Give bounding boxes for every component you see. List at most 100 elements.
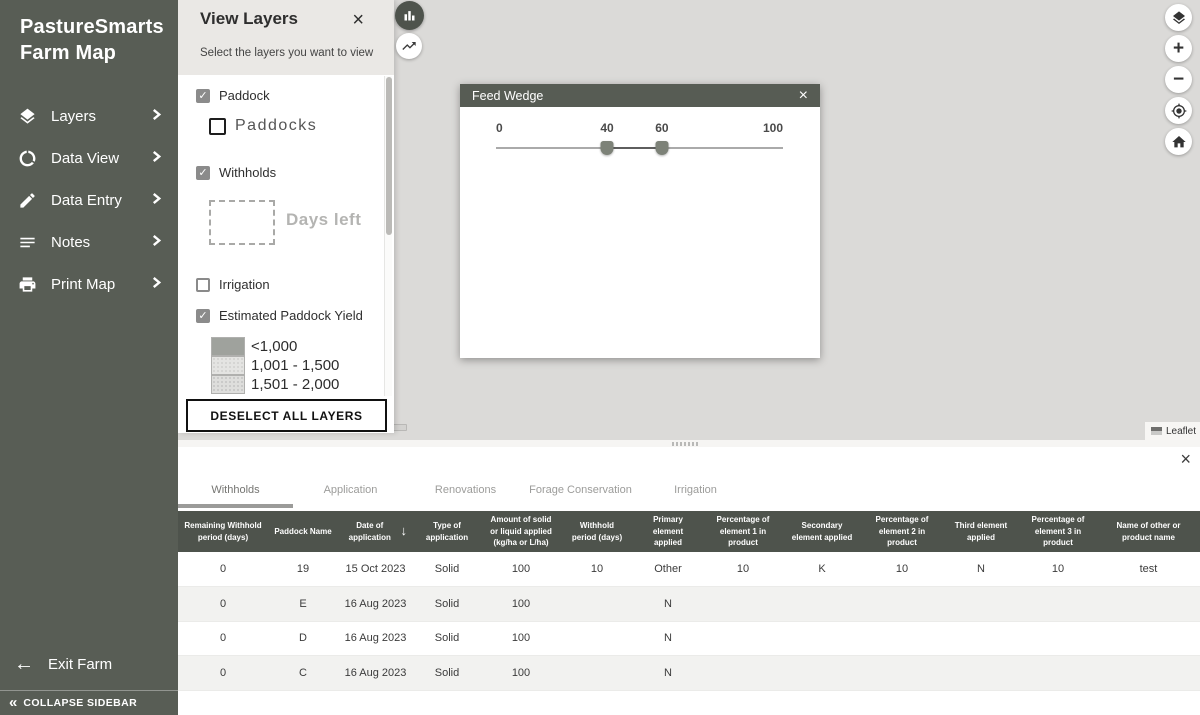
home-button[interactable] (1165, 128, 1192, 155)
sidebar-item-notes[interactable]: Notes (0, 221, 178, 263)
app-title: PastureSmarts Farm Map (0, 0, 178, 66)
sidebar-item-data-view[interactable]: Data View (0, 137, 178, 179)
exit-farm-button[interactable]: ← Exit Farm (0, 646, 178, 682)
app-root: Leaflet PastureSmarts Farm Map Layers Da… (0, 0, 1200, 715)
deselect-all-layers-button[interactable]: DESELECT ALL LAYERS (186, 399, 387, 432)
plus-icon: + (1173, 39, 1184, 58)
layer-row-paddocks-sub: Paddocks (209, 117, 317, 135)
cell (861, 587, 943, 622)
tab-forage-conservation[interactable]: Forage Conservation (523, 471, 638, 508)
cell (561, 656, 633, 691)
checkbox-estimated-yield[interactable]: ✓ (196, 309, 210, 323)
tab-withholds[interactable]: Withholds (178, 471, 293, 508)
yield-legend-row: 1,501 - 2,000 (211, 375, 339, 394)
close-icon[interactable]: × (799, 88, 808, 104)
tab-irrigation[interactable]: Irrigation (638, 471, 753, 508)
map-controls: + − (1165, 4, 1192, 159)
cell: 100 (481, 552, 561, 587)
checkbox-paddock[interactable]: ✓ (196, 89, 210, 103)
home-icon (1171, 134, 1187, 150)
cell: 10 (1019, 552, 1097, 587)
sort-descending-icon[interactable]: ↓ (401, 522, 408, 541)
leaflet-flag-icon (1151, 427, 1162, 435)
yield-swatch (211, 356, 245, 375)
yield-swatch (211, 337, 245, 356)
column-header: Percentage of element 1 in product (703, 511, 783, 552)
locate-button[interactable] (1165, 97, 1192, 124)
slider-handle-upper[interactable] (655, 141, 668, 155)
checkbox-paddocks[interactable] (209, 118, 226, 135)
cell (861, 621, 943, 656)
printer-icon (16, 273, 38, 295)
collapse-sidebar-button[interactable]: « COLLAPSE SIDEBAR (0, 690, 178, 715)
cell: Other (633, 552, 703, 587)
panel-title: View Layers (200, 9, 298, 29)
table-row: 0 D 16 Aug 2023 Solid 100 N (178, 621, 1200, 656)
arrow-left-icon: ← (14, 654, 36, 674)
cell: E (268, 587, 338, 622)
checkbox-irrigation[interactable] (196, 278, 210, 292)
app-title-line1: PastureSmarts (20, 14, 178, 40)
column-header: Primary element applied (633, 511, 703, 552)
sidebar-item-layers[interactable]: Layers (0, 95, 178, 137)
cell (1019, 587, 1097, 622)
sidebar-item-label: Print Map (51, 276, 151, 293)
cell (561, 587, 633, 622)
column-header: Remaining Withhold period (days) (178, 511, 268, 552)
chevron-right-icon (151, 107, 162, 125)
zoom-in-button[interactable]: + (1165, 35, 1192, 62)
cell: 19 (268, 552, 338, 587)
sidebar-item-print-map[interactable]: Print Map (0, 263, 178, 305)
zoom-out-button[interactable]: − (1165, 66, 1192, 93)
cell: N (633, 587, 703, 622)
checkbox-withholds[interactable]: ✓ (196, 166, 210, 180)
trend-chart-button[interactable] (396, 33, 422, 59)
cell: D (268, 621, 338, 656)
feed-wedge-header: Feed Wedge × (460, 84, 820, 107)
resize-grip[interactable] (393, 424, 407, 431)
cell: 10 (561, 552, 633, 587)
yield-swatch (211, 375, 245, 394)
tab-renovations[interactable]: Renovations (408, 471, 523, 508)
sidebar-item-label: Notes (51, 234, 151, 251)
bar-chart-button[interactable] (395, 1, 424, 30)
cell (1019, 656, 1097, 691)
data-table-panel: × Withholds Application Renovations Fora… (178, 447, 1200, 715)
cell: 0 (178, 552, 268, 587)
view-layers-header: View Layers × Select the layers you want… (178, 0, 394, 75)
app-title-line2: Farm Map (20, 40, 178, 66)
yield-legend-label: 1,501 - 2,000 (251, 376, 339, 393)
checkbox-label: Estimated Paddock Yield (219, 308, 363, 323)
map-layers-button[interactable] (1165, 4, 1192, 31)
slider-min-label: 0 (496, 121, 503, 135)
scrollbar-thumb[interactable] (386, 77, 392, 235)
cell: Solid (413, 552, 481, 587)
exit-farm-label: Exit Farm (48, 656, 112, 673)
cell (703, 587, 783, 622)
slider-handle-lower[interactable] (601, 141, 614, 155)
cell: 100 (481, 656, 561, 691)
withholds-legend-swatch (209, 200, 275, 245)
yield-legend-row: 1,001 - 1,500 (211, 356, 339, 375)
sidebar-item-data-entry[interactable]: Data Entry (0, 179, 178, 221)
tab-application[interactable]: Application (293, 471, 408, 508)
bar-chart-icon (402, 8, 417, 23)
yield-legend-label: 1,001 - 1,500 (251, 357, 339, 374)
cell: 16 Aug 2023 (338, 621, 413, 656)
drag-handle[interactable] (672, 442, 700, 446)
slider-handle1-label: 40 (600, 121, 613, 135)
map-attribution: Leaflet (1145, 422, 1200, 440)
chevron-right-icon (151, 149, 162, 167)
cell (943, 621, 1019, 656)
table-row: 0 19 15 Oct 2023 Solid 100 10 Other 10 K… (178, 552, 1200, 587)
cell: 0 (178, 656, 268, 691)
close-icon[interactable]: × (1180, 449, 1191, 469)
sidebar-item-label: Layers (51, 108, 151, 125)
cell: 0 (178, 621, 268, 656)
attribution-text[interactable]: Leaflet (1166, 426, 1196, 437)
layer-row-irrigation: Irrigation (196, 277, 270, 292)
cell (783, 621, 861, 656)
cell: N (633, 656, 703, 691)
panel-subtitle: Select the layers you want to view (200, 47, 373, 59)
close-icon[interactable]: × (352, 9, 364, 31)
